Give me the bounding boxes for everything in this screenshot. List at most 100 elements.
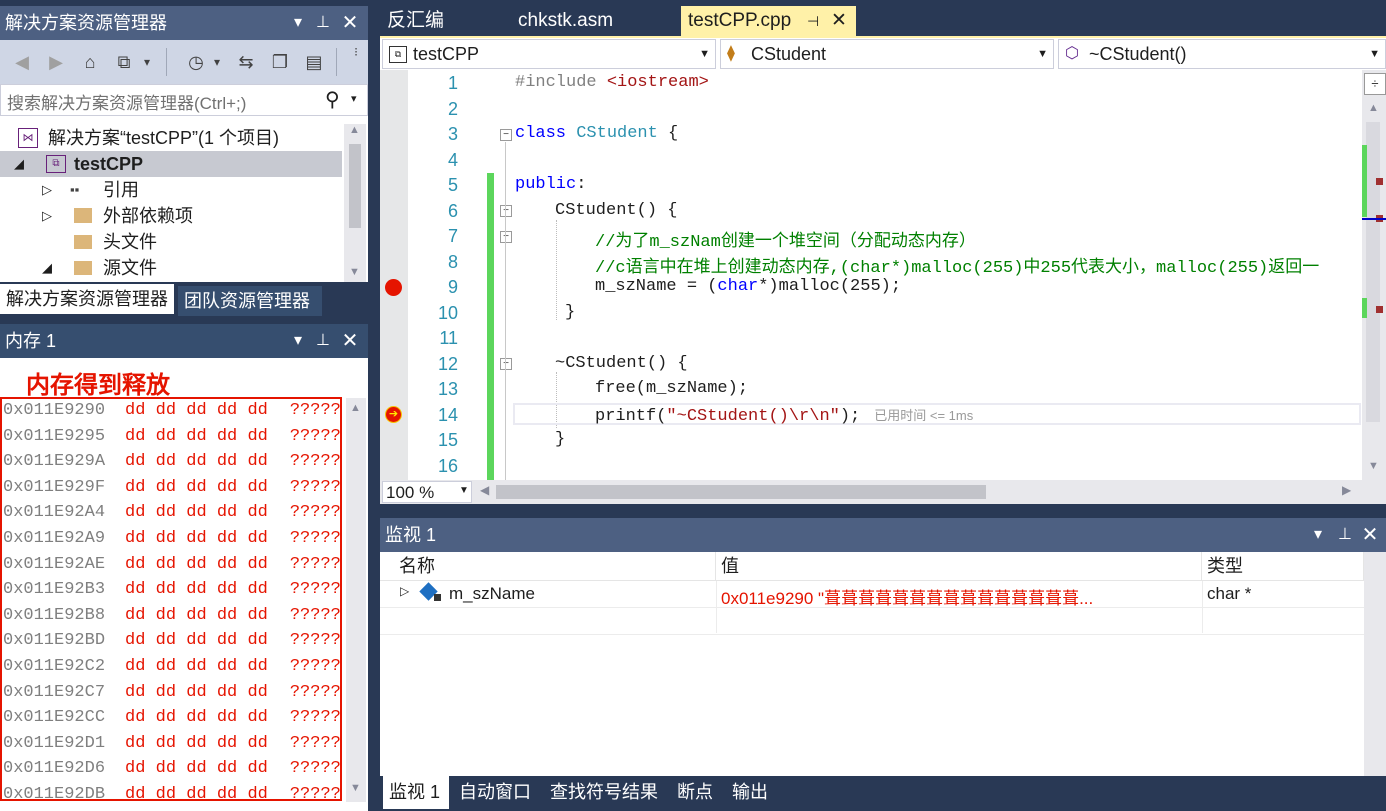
memory-row[interactable]: 0x011E9295 dd dd dd dd dd????? (3, 424, 341, 450)
refresh-icon[interactable]: ⇆ (234, 50, 258, 74)
scroll-down-icon[interactable]: ▼ (1368, 460, 1379, 472)
memory-hex-bytes[interactable]: dd dd dd dd dd (125, 657, 268, 676)
collapse-all-icon[interactable]: ❐ (268, 50, 292, 74)
close-icon[interactable]: ✕ (831, 6, 847, 36)
memory-scrollbar[interactable]: ▲ ▼ (346, 398, 366, 802)
properties-icon[interactable]: ▤ (302, 50, 326, 74)
memory-row[interactable]: 0x011E92C7 dd dd dd dd dd????? (3, 680, 341, 706)
memory-hex-bytes[interactable]: dd dd dd dd dd (125, 683, 268, 702)
tab-team-explorer[interactable]: 团队资源管理器 (178, 286, 322, 316)
memory-row[interactable]: 0x011E92D6 dd dd dd dd dd????? (3, 756, 341, 782)
memory-hex-bytes[interactable]: dd dd dd dd dd (125, 478, 268, 497)
tree-item-header-files[interactable]: 头文件 (0, 229, 342, 255)
memory-hex-bytes[interactable]: dd dd dd dd dd (125, 529, 268, 548)
scroll-down-icon[interactable]: ▼ (349, 266, 360, 278)
tree-item-solution[interactable]: ⋈ 解决方案“testCPP”(1 个项目) (0, 125, 342, 151)
watch-scrollbar[interactable] (1364, 552, 1386, 776)
tab-chkstk-asm[interactable]: chkstk.asm (511, 6, 661, 36)
tree-item-external-deps[interactable]: ▷ 外部依赖项 (0, 203, 342, 229)
pin-icon[interactable]: ⊥ (314, 6, 332, 40)
editor-scrollbar[interactable]: ÷ ▲ ▼ (1362, 70, 1386, 480)
tab-breakpoints[interactable]: 断点 (671, 777, 723, 807)
memory-hex-bytes[interactable]: dd dd dd dd dd (125, 631, 268, 650)
back-icon[interactable]: ◀ (10, 50, 34, 74)
watch-variable-value[interactable]: 0x011e9290 "葺葺葺葺葺葺葺葺葺葺葺葺葺葺葺... (721, 584, 1199, 609)
memory-row[interactable]: 0x011E92BD dd dd dd dd dd????? (3, 628, 341, 654)
memory-row[interactable]: 0x011E929A dd dd dd dd dd????? (3, 449, 341, 475)
tab-solution-explorer[interactable]: 解决方案资源管理器 (0, 284, 174, 314)
memory-hex-bytes[interactable]: dd dd dd dd dd (125, 580, 268, 599)
pin-icon[interactable]: ⊥ (314, 324, 332, 358)
close-icon[interactable]: ✕ (340, 6, 360, 40)
scroll-down-icon[interactable]: ▼ (350, 782, 361, 794)
chevron-down-icon[interactable]: ▾ (351, 92, 357, 105)
memory-row[interactable]: 0x011E92A4 dd dd dd dd dd????? (3, 500, 341, 526)
memory-hex-bytes[interactable]: dd dd dd dd dd (125, 708, 268, 727)
collapsed-arrow-icon[interactable]: ▷ (42, 203, 52, 229)
chevron-down-icon[interactable]: ▼ (1369, 40, 1380, 68)
column-header-name[interactable]: 名称 (394, 552, 716, 580)
tab-autos[interactable]: 自动窗口 (453, 777, 541, 807)
memory-hex-bytes[interactable]: dd dd dd dd dd (125, 785, 268, 804)
scrollbar-thumb[interactable] (349, 144, 361, 228)
scroll-up-icon[interactable]: ▲ (350, 402, 361, 414)
split-icon[interactable]: ÷ (1364, 73, 1386, 95)
memory-row[interactable]: 0x011E92DB dd dd dd dd dd????? (3, 782, 341, 808)
column-header-type[interactable]: 类型 (1202, 552, 1364, 580)
search-input[interactable]: 搜索解决方案资源管理器(Ctrl+;) (7, 89, 246, 114)
pin-icon[interactable]: ⊥ (1336, 518, 1354, 552)
memory-hex-bytes[interactable]: dd dd dd dd dd (125, 503, 268, 522)
pin-icon[interactable]: ⊣ (807, 6, 819, 36)
expanded-arrow-icon[interactable]: ◢ (42, 255, 52, 281)
memory-row[interactable]: 0x011E92AE dd dd dd dd dd????? (3, 552, 341, 578)
chevron-down-icon[interactable]: ▼ (459, 485, 469, 496)
chevron-down-icon[interactable]: ▼ (1037, 40, 1048, 68)
memory-row[interactable]: 0x011E9290 dd dd dd dd dd????? (3, 398, 341, 424)
member-dropdown[interactable]: ⬡ ~CStudent() ▼ (1058, 39, 1386, 69)
scroll-right-icon[interactable]: ▶ (1342, 483, 1351, 497)
home-icon[interactable]: ⌂ (78, 50, 102, 74)
search-icon[interactable]: ⚲ (325, 87, 340, 112)
solution-tree-scrollbar[interactable]: ▲ ▼ (344, 124, 366, 282)
memory-row[interactable]: 0x011E929F dd dd dd dd dd????? (3, 475, 341, 501)
tree-item-project[interactable]: ◢ ⧉ testCPP (0, 151, 342, 177)
scroll-up-icon[interactable]: ▲ (1368, 102, 1379, 114)
scroll-up-icon[interactable]: ▲ (349, 124, 360, 136)
close-icon[interactable]: ✕ (340, 324, 360, 358)
column-header-value[interactable]: 值 (716, 552, 1202, 580)
memory-hex-bytes[interactable]: dd dd dd dd dd (125, 734, 268, 753)
solution-explorer-title-bar[interactable]: 解决方案资源管理器 ▾ ⊥ ✕ (0, 6, 368, 40)
horizontal-scrollbar-thumb[interactable] (496, 485, 986, 499)
collapse-icon[interactable]: − (500, 129, 512, 141)
tab-disassembly[interactable]: 反汇编 (380, 6, 500, 36)
memory-row[interactable]: 0x011E92B8 dd dd dd dd dd????? (3, 603, 341, 629)
solution-explorer-search-box[interactable]: 搜索解决方案资源管理器(Ctrl+;) ⚲ ▾ (0, 84, 368, 116)
pending-changes-icon[interactable]: ◷ (184, 50, 208, 74)
tab-testcpp-cpp[interactable]: testCPP.cpp ⊣ ✕ (681, 6, 856, 36)
memory-row[interactable]: 0x011E92B3 dd dd dd dd dd????? (3, 577, 341, 603)
zoom-dropdown[interactable]: 100 % ▼ (382, 481, 472, 503)
close-icon[interactable]: ✕ (1360, 518, 1380, 552)
expanded-arrow-icon[interactable]: ◢ (14, 151, 24, 177)
scrollbar-thumb[interactable] (1366, 122, 1380, 422)
perf-tip[interactable]: 已用时间 <= 1ms (874, 408, 973, 423)
tab-output[interactable]: 输出 (726, 777, 778, 807)
code-editor[interactable]: ➔ 1 2 3 4 5 6 7 8 9 10 11 12 13 14 15 16 − − − − #inclu… (380, 70, 1386, 480)
memory-row[interactable]: 0x011E92CC dd dd dd dd dd????? (3, 705, 341, 731)
dropdown-icon[interactable]: ▾ (210, 50, 224, 74)
tab-find-symbol-results[interactable]: 查找符号结果 (544, 777, 668, 807)
sync-view-icon[interactable]: ⧉ (112, 50, 136, 74)
collapsed-arrow-icon[interactable]: ▷ (42, 177, 52, 203)
tab-watch-1[interactable]: 监视 1 (383, 776, 449, 809)
watch-empty-row[interactable] (380, 608, 1364, 635)
watch-row[interactable]: ▷ m_szName 0x011e9290 "葺葺葺葺葺葺葺葺葺葺葺葺葺葺葺..… (380, 581, 1364, 608)
dropdown-icon[interactable]: ▾ (140, 50, 154, 74)
chevron-down-icon[interactable]: ▼ (699, 40, 710, 68)
forward-icon[interactable]: ▶ (44, 50, 68, 74)
tree-item-references[interactable]: ▷ ▪▪ 引用 (0, 177, 342, 203)
collapse-icon[interactable]: − (500, 231, 512, 243)
collapse-icon[interactable]: − (500, 358, 512, 370)
memory-hex-bytes[interactable]: dd dd dd dd dd (125, 401, 268, 420)
watch-title-bar[interactable]: 监视 1 ▾ ⊥ ✕ (380, 518, 1386, 552)
memory-hex-bytes[interactable]: dd dd dd dd dd (125, 452, 268, 471)
